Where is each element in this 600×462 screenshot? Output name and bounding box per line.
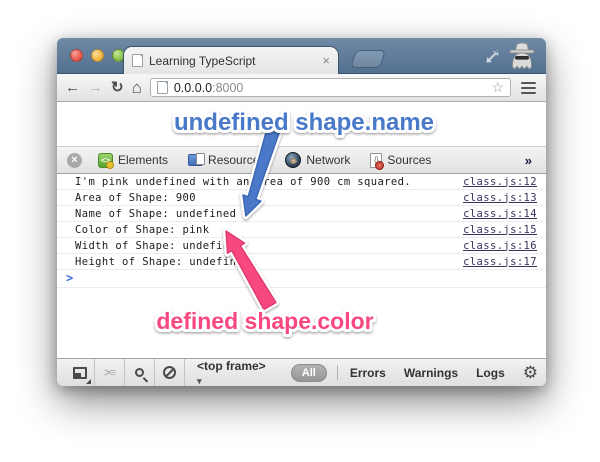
sources-icon: {} [370, 153, 382, 168]
devtools-tab-network[interactable]: Network [281, 147, 360, 173]
traffic-lights [70, 49, 125, 62]
console-log-row: Color of Shape: pink class.js:15 [57, 222, 546, 238]
navigation-toolbar: ← → ↻ ⌂ 0.0.0.0:8000 ☆ [57, 74, 546, 102]
console-log-row: Name of Shape: undefined class.js:14 [57, 206, 546, 222]
browser-window: Learning TypeScript × ← [57, 38, 546, 386]
source-link[interactable]: class.js:12 [463, 176, 537, 188]
dropdown-caret-icon: ▾ [197, 376, 202, 386]
clear-console-button[interactable] [155, 359, 185, 386]
url-port: :8000 [212, 81, 243, 95]
log-text: Width of Shape: undefined [75, 240, 243, 252]
divider [337, 365, 338, 380]
url-page-icon [157, 81, 168, 94]
clear-console-icon [163, 366, 176, 379]
chrome-menu-icon[interactable] [519, 80, 538, 96]
minimize-window-button[interactable] [91, 49, 104, 62]
tab-favicon-page-icon [132, 54, 143, 67]
console-log-row: Height of Shape: undefined class.js:17 [57, 254, 546, 270]
console-prompt[interactable]: > [57, 270, 546, 288]
browser-tab[interactable]: Learning TypeScript × [123, 46, 339, 74]
forward-icon[interactable]: → [88, 80, 103, 95]
source-link[interactable]: class.js:17 [463, 256, 537, 268]
console-status-bar: >≡ <top frame> ▾ All Errors Warnings Log… [57, 358, 546, 386]
tab-close-icon[interactable]: × [322, 54, 330, 67]
new-tab-button[interactable] [350, 50, 386, 68]
console-drawer-icon: >≡ [104, 367, 115, 379]
devtools-tab-resources[interactable]: Resources [184, 147, 275, 173]
source-link[interactable]: class.js:16 [463, 240, 537, 252]
elements-icon: <> [98, 153, 113, 168]
screenshot-stage: Learning TypeScript × ← [0, 0, 600, 462]
back-icon[interactable]: ← [65, 80, 80, 95]
source-link[interactable]: class.js:13 [463, 192, 537, 204]
filter-warnings-button[interactable]: Warnings [404, 366, 458, 380]
prompt-chevron: > [66, 271, 73, 285]
devtools-toolbar: × <> Elements Resources Network {} Sourc… [57, 146, 546, 174]
url-text[interactable]: 0.0.0.0:8000 [174, 81, 486, 95]
expand-arrows-icon[interactable] [485, 49, 500, 64]
console-log-row: I'm pink undefined with an area of 900 c… [57, 174, 546, 190]
log-text: I'm pink undefined with an area of 900 c… [75, 176, 411, 188]
console-panel: I'm pink undefined with an area of 900 c… [57, 174, 546, 358]
log-text: Height of Shape: undefined [75, 256, 250, 268]
source-link[interactable]: class.js:15 [463, 224, 537, 236]
devtools-close-button[interactable]: × [67, 153, 82, 168]
resources-icon [188, 154, 203, 166]
settings-gear-icon[interactable]: ⚙ [523, 364, 538, 381]
log-text: Area of Shape: 900 [75, 192, 196, 204]
frame-selector-dropdown[interactable]: <top frame> ▾ [197, 359, 271, 387]
search-icon [135, 368, 144, 377]
log-text: Name of Shape: undefined [75, 208, 236, 220]
console-log-row: Width of Shape: undefined class.js:16 [57, 238, 546, 254]
address-bar[interactable]: 0.0.0.0:8000 ☆ [150, 78, 511, 97]
log-text: Color of Shape: pink [75, 224, 209, 236]
network-icon [285, 152, 301, 168]
source-link[interactable]: class.js:14 [463, 208, 537, 220]
dock-side-icon [73, 367, 87, 379]
window-title-bar: Learning TypeScript × [57, 38, 546, 74]
tab-title: Learning TypeScript [149, 54, 316, 68]
page-content-area [57, 102, 546, 146]
reload-icon[interactable]: ↻ [111, 80, 124, 95]
dock-side-button[interactable] [65, 359, 95, 386]
devtools-overflow-chevron[interactable]: » [525, 153, 536, 168]
devtools-tab-elements[interactable]: <> Elements [94, 147, 178, 173]
incognito-spy-icon [506, 42, 538, 70]
console-log-row: Area of Shape: 900 class.js:13 [57, 190, 546, 206]
close-window-button[interactable] [70, 49, 83, 62]
bookmark-star-icon[interactable]: ☆ [491, 79, 504, 96]
search-button[interactable] [125, 359, 155, 386]
filter-errors-button[interactable]: Errors [350, 366, 386, 380]
devtools-tab-sources[interactable]: {} Sources [366, 147, 441, 173]
home-icon[interactable]: ⌂ [132, 79, 142, 96]
filter-all-button[interactable]: All [291, 364, 327, 382]
filter-logs-button[interactable]: Logs [476, 366, 505, 380]
console-drawer-button[interactable]: >≡ [95, 359, 125, 386]
